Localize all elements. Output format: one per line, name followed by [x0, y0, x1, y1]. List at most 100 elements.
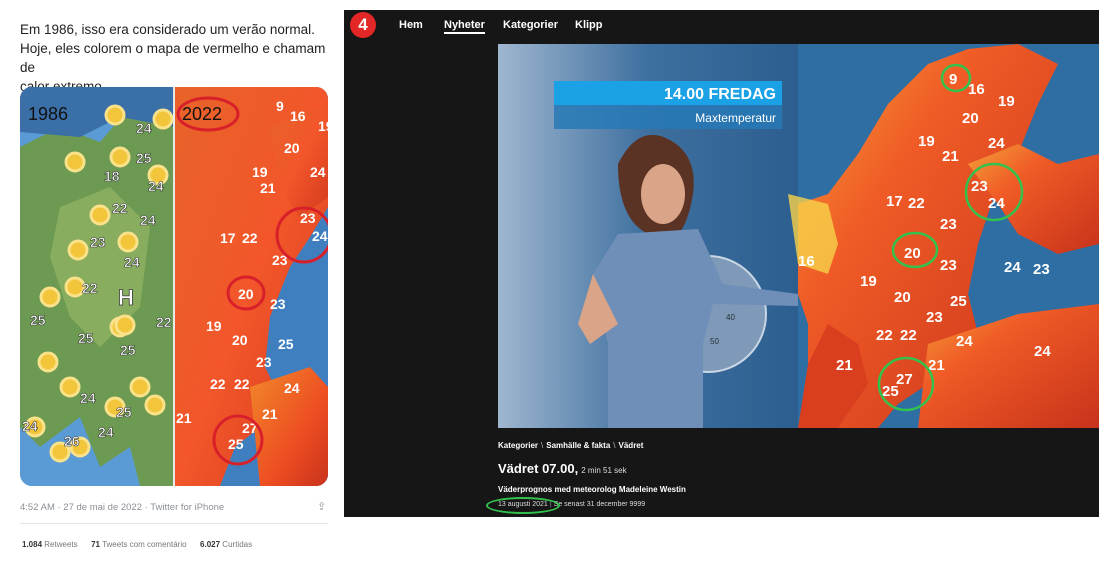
breadcrumb-item[interactable]: Kategorier	[498, 441, 538, 450]
temperature-label-tv: 22	[876, 327, 893, 344]
temperature-label-1986: 24	[148, 178, 164, 194]
temperature-label-2022: 24	[312, 228, 328, 244]
retweets-count[interactable]: 1.084	[22, 540, 42, 549]
breadcrumb-item[interactable]: Vädret	[619, 441, 644, 450]
temperature-label-2022: 16	[290, 108, 306, 124]
temperature-label-1986: 25	[116, 404, 132, 420]
temperature-label-2022: 21	[260, 180, 276, 196]
sun-icon	[89, 204, 111, 226]
temperature-label-tv: 22	[900, 327, 917, 344]
breadcrumb-separator: \	[541, 441, 544, 450]
temperature-label-1986: 24	[140, 212, 156, 228]
tv4-logo[interactable]: 4	[350, 12, 376, 38]
temperature-label-tv: 24	[1034, 343, 1051, 360]
sun-icon	[152, 108, 174, 130]
top-nav: 4 Hem Nyheter Kategorier Klipp	[344, 10, 1099, 44]
likes-label[interactable]: Curtidas	[222, 540, 252, 549]
quotes-label[interactable]: Tweets com comentário	[102, 540, 186, 549]
video-player[interactable]: 14.00 FREDAG Maxtemperatur 30 40 50 9161…	[498, 44, 1099, 428]
temperature-label-tv: 20	[962, 110, 979, 127]
nav-item-klipp[interactable]: Klipp	[575, 19, 603, 31]
temperature-label-2022: 23	[300, 210, 316, 226]
temperature-label-tv: 16	[968, 81, 985, 98]
temperature-label-tv: 23	[940, 257, 957, 274]
share-icon[interactable]: ⇪	[317, 500, 326, 513]
sun-icon	[114, 314, 136, 336]
temperature-label-tv: 16	[798, 253, 815, 270]
tv4-page: 4 Hem Nyheter Kategorier Klipp 14.00 FRE…	[344, 10, 1099, 517]
temperature-label-2022: 24	[284, 380, 300, 396]
temperature-label-tv: 20	[894, 289, 911, 306]
temperature-label-2022: 19	[206, 318, 222, 334]
split-divider	[173, 87, 175, 486]
temperature-label-1986: 18	[104, 168, 120, 184]
breadcrumb: Kategorier \ Samhälle & fakta \ Vädret	[498, 441, 643, 450]
temperature-label-2022: 22	[234, 376, 250, 392]
temperature-label-2022: 25	[228, 436, 244, 452]
temperature-label-tv: 25	[950, 293, 967, 310]
tweet-text: Em 1986, isso era considerado um verão n…	[20, 20, 330, 96]
likes-count[interactable]: 6.027	[200, 540, 220, 549]
temperature-label-tv: 19	[918, 133, 935, 150]
sun-icon	[59, 376, 81, 398]
breadcrumb-item[interactable]: Samhälle & fakta	[546, 441, 610, 450]
temperature-label-2022: 17	[220, 230, 236, 246]
temperature-label-tv: 19	[998, 93, 1015, 110]
sun-icon	[37, 351, 59, 373]
quotes-count[interactable]: 71	[91, 540, 100, 549]
temperature-label-2022: 19	[252, 164, 268, 180]
sun-icon	[104, 104, 126, 126]
tweet-stats: 1.084 Retweets 71 Tweets com comentário …	[22, 540, 252, 549]
temperature-label-tv: 22	[908, 195, 925, 212]
sun-icon	[117, 231, 139, 253]
episode-title: Vädret 07.00, 2 min 51 sek	[498, 461, 627, 476]
high-pressure-label: H	[118, 285, 134, 310]
nav-item-hem[interactable]: Hem	[399, 19, 423, 31]
tweet-divider	[20, 523, 328, 524]
temperature-label-tv: 24	[988, 135, 1005, 152]
temperature-label-1986: 24	[98, 424, 114, 440]
sun-icon	[109, 146, 131, 168]
temperature-label-1986: 25	[30, 312, 46, 328]
temperature-label-2022: 20	[238, 286, 254, 302]
temperature-label-tv: 17	[886, 193, 903, 210]
temperature-label-2022: 23	[270, 296, 286, 312]
temperature-label-2022: 19	[318, 118, 328, 134]
tweet-image[interactable]: 24 25 18 24 22 24 23 24 22 25 22 25 25 24 25 24 24 26 H 1…	[20, 87, 328, 486]
temperature-label-1986: 24	[80, 390, 96, 406]
temperature-label-2022: 21	[176, 410, 192, 426]
temperature-label-1986: 24	[136, 120, 152, 136]
temperature-label-tv: 23	[926, 309, 943, 326]
episode-description: Väderprognos med meteorolog Madeleine We…	[498, 485, 686, 494]
banner-title: 14.00 FREDAG	[664, 86, 776, 103]
temperature-label-tv: 21	[942, 148, 959, 165]
temperature-label-2022: 9	[276, 98, 284, 114]
temperature-label-tv: 23	[1033, 261, 1050, 278]
temperature-label-1986: 25	[120, 342, 136, 358]
sun-icon	[67, 239, 89, 261]
temperature-label-tv: 24	[1004, 259, 1021, 276]
nav-item-kategorier[interactable]: Kategorier	[503, 19, 558, 31]
tweet-timestamp: 4:52 AM · 27 de mai de 2022 · Twitter fo…	[20, 502, 225, 513]
temperature-label-2022: 20	[232, 332, 248, 348]
nav-item-nyheter[interactable]: Nyheter	[444, 19, 485, 34]
temperature-label-2022: 23	[256, 354, 272, 370]
temperature-label-tv: 25	[882, 383, 899, 400]
temperature-label-tv: 23	[971, 178, 988, 195]
available-until: Se senast 31 december 9999	[553, 501, 646, 508]
annotation-circle-date	[486, 497, 560, 514]
temperature-label-2022: 20	[284, 140, 300, 156]
sun-icon	[144, 394, 166, 416]
temperature-label-1986: 22	[82, 280, 98, 296]
tweet-text-line: Hoje, eles colorem o mapa de vermelho e …	[20, 41, 326, 75]
weather-map-comparison: 24251824222423242225 222525242524 2426 H 1…	[20, 87, 328, 486]
tweet-text-line: Em 1986, isso era considerado um verão n…	[20, 22, 315, 37]
retweets-label[interactable]: Retweets	[44, 540, 77, 549]
tweet-card: Em 1986, isso era considerado um verão n…	[0, 0, 340, 561]
temperature-label-1986: 22	[156, 314, 172, 330]
temperature-label-2022: 24	[310, 164, 326, 180]
banner-subtitle: Maxtemperatur	[695, 111, 776, 125]
temperature-label-1986: 22	[112, 200, 128, 216]
temperature-label-tv: 24	[956, 333, 973, 350]
weather-broadcast-frame: 14.00 FREDAG Maxtemperatur 30 40 50 9161…	[498, 44, 1099, 428]
